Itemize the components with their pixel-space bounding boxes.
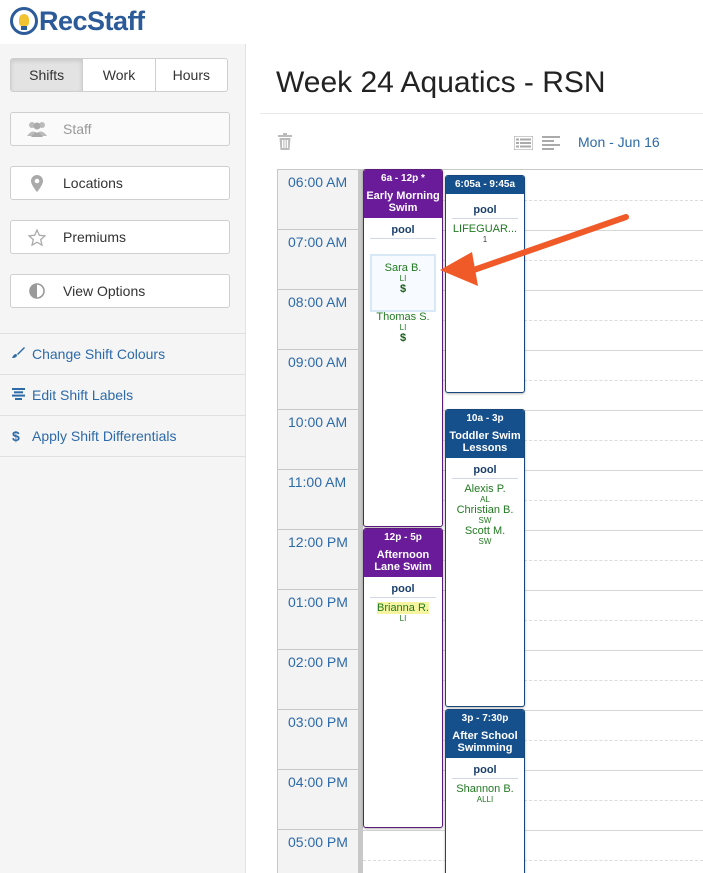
shift-location: pool (452, 758, 518, 779)
shift-card[interactable]: 6a - 12p * Early Morning Swim pool Sara … (363, 169, 443, 527)
map-pin-icon (11, 174, 63, 192)
shift-location: pool (452, 198, 518, 219)
shift-card[interactable]: 12p - 5p Afternoon Lane Swim pool Briann… (363, 528, 443, 828)
staff-button[interactable]: Staff (10, 112, 230, 146)
trash-icon[interactable] (278, 133, 292, 155)
time-slot: 12:00 PM (278, 530, 358, 590)
shift-time: 12p - 5p (364, 529, 442, 547)
staff-assignment[interactable]: Shannon B. ALLI (446, 779, 524, 804)
shift-location: pool (452, 458, 518, 479)
star-icon (11, 228, 63, 246)
view-options-button-label: View Options (63, 283, 146, 299)
shift-time: 10a - 3p (446, 410, 524, 428)
sidebar-divider (0, 456, 246, 457)
staff-assignment[interactable]: Scott M. SW (446, 525, 524, 546)
edit-shift-labels-label: Edit Shift Labels (32, 387, 134, 403)
time-slot: 02:00 PM (278, 650, 358, 710)
time-slot: 03:00 PM (278, 710, 358, 770)
shift-time: 6a - 12p * (364, 170, 442, 188)
shift-location: pool (370, 218, 436, 239)
change-shift-colours-label: Change Shift Colours (32, 346, 166, 362)
shift-title: Early Morning Swim (364, 188, 442, 218)
time-slot: 01:00 PM (278, 590, 358, 650)
apply-shift-differentials-link[interactable]: $ Apply Shift Differentials (0, 415, 246, 456)
shift-card[interactable]: 6:05a - 9:45a pool LIFEGUAR... 1 (445, 175, 525, 393)
shift-title: After School Swimming (446, 728, 524, 758)
staff-assignment[interactable]: Sara B. LI $ (364, 262, 442, 295)
date-selector[interactable]: Mon - Jun 16 (578, 134, 660, 150)
time-slot: 10:00 AM (278, 410, 358, 470)
grid-line (363, 860, 703, 861)
time-slot: 06:00 AM (278, 170, 358, 230)
time-slot: 08:00 AM (278, 290, 358, 350)
app-name: RecStaff (39, 5, 145, 36)
time-column: 06:00 AM 07:00 AM 08:00 AM 09:00 AM 10:0… (277, 169, 359, 873)
page-title: Week 24 Aquatics - RSN (276, 66, 606, 99)
tab-work[interactable]: Work (83, 59, 156, 91)
view-options-button[interactable]: View Options (10, 274, 230, 308)
staff-assignment[interactable]: Alexis P. AL (446, 479, 524, 504)
shift-title: Toddler Swim Lessons (446, 428, 524, 458)
shift-card[interactable]: 10a - 3p Toddler Swim Lessons pool Alexi… (445, 409, 525, 707)
time-slot: 05:00 PM (278, 830, 358, 873)
premiums-button[interactable]: Premiums (10, 220, 230, 254)
shift-time: 6:05a - 9:45a (446, 176, 524, 194)
view-tabs: Shifts Work Hours (10, 58, 228, 92)
timeline-view-icon[interactable] (542, 136, 560, 155)
apply-shift-differentials-label: Apply Shift Differentials (32, 428, 177, 444)
shift-time: 3p - 7:30p (446, 710, 524, 728)
time-slot: 07:00 AM (278, 230, 358, 290)
time-slot: 09:00 AM (278, 350, 358, 410)
list-view-icon[interactable] (513, 135, 534, 155)
page-header: Week 24 Aquatics - RSN (260, 56, 703, 114)
staff-assignment[interactable]: LIFEGUAR... 1 (446, 219, 524, 244)
tab-hours[interactable]: Hours (156, 59, 227, 91)
tab-shifts[interactable]: Shifts (11, 59, 84, 91)
premiums-button-label: Premiums (63, 229, 127, 245)
staff-button-label: Staff (63, 121, 92, 137)
contrast-icon (11, 283, 63, 299)
staff-assignment[interactable]: Christian B. SW (446, 504, 524, 525)
staff-assignment[interactable]: Thomas S. LI $ (364, 311, 442, 344)
lightbulb-icon (10, 7, 38, 35)
align-center-icon (12, 387, 32, 403)
locations-button-label: Locations (63, 175, 123, 191)
app-logo: RecStaff (10, 4, 145, 38)
paintbrush-icon (12, 346, 32, 362)
staff-assignment[interactable]: Brianna R. LI (364, 598, 442, 623)
dollar-icon: $ (12, 428, 20, 444)
sidebar: Shifts Work Hours Staff Locations Premiu… (0, 44, 246, 873)
grid-line (363, 830, 703, 831)
change-shift-colours-link[interactable]: Change Shift Colours (0, 333, 246, 374)
shift-title: Afternoon Lane Swim (364, 547, 442, 577)
time-slot: 04:00 PM (278, 770, 358, 830)
shift-card[interactable]: 3p - 7:30p After School Swimming pool Sh… (445, 709, 525, 873)
locations-button[interactable]: Locations (10, 166, 230, 200)
edit-shift-labels-link[interactable]: Edit Shift Labels (0, 374, 246, 415)
shift-location: pool (370, 577, 436, 598)
time-slot: 11:00 AM (278, 470, 358, 530)
users-icon (11, 121, 63, 137)
